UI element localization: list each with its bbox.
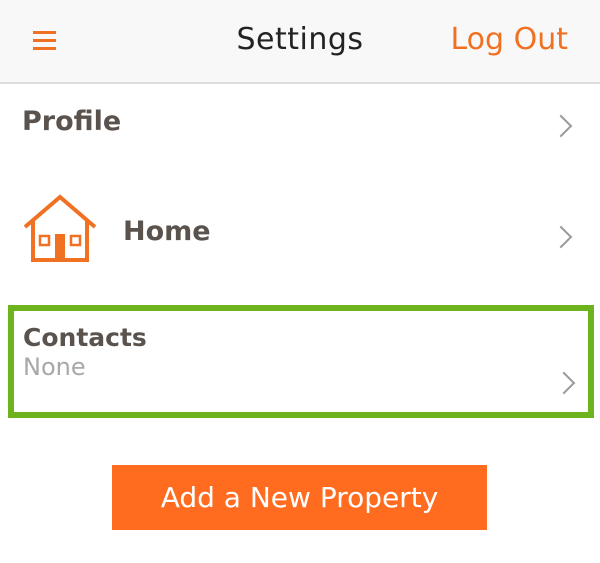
- settings-screen: Settings Log Out Profile Home Contacts N…: [0, 0, 600, 563]
- chevron-right-icon: [549, 114, 573, 138]
- header-bar: Settings Log Out: [0, 0, 600, 84]
- chevron-right-icon: [549, 225, 573, 249]
- hamburger-menu-icon[interactable]: [33, 31, 56, 51]
- add-property-button[interactable]: Add a New Property: [112, 465, 487, 530]
- contacts-value: None: [23, 353, 86, 381]
- home-row[interactable]: Home: [0, 180, 600, 280]
- home-label: Home: [123, 216, 211, 247]
- logout-link[interactable]: Log Out: [450, 22, 568, 57]
- profile-row[interactable]: Profile: [0, 84, 600, 168]
- profile-label: Profile: [22, 106, 122, 137]
- house-icon: [23, 194, 97, 262]
- chevron-right-icon: [552, 371, 576, 395]
- contacts-label: Contacts: [23, 323, 147, 352]
- contacts-row[interactable]: Contacts None: [8, 305, 594, 418]
